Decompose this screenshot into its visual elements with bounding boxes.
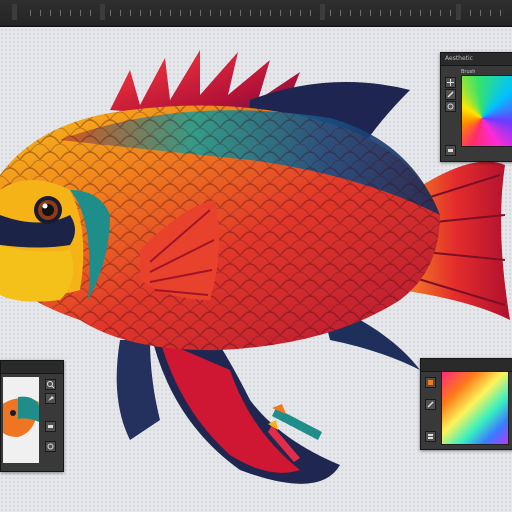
brush-icon[interactable] — [445, 89, 456, 100]
eraser-icon[interactable] — [45, 421, 56, 432]
zoom-icon[interactable] — [45, 379, 56, 390]
layers-icon[interactable] — [425, 431, 436, 442]
gear-icon[interactable] — [45, 441, 56, 452]
panel-title — [1, 361, 63, 374]
gradient-swatch[interactable] — [441, 371, 509, 445]
panel-title: Aesthetic — [441, 53, 512, 66]
color-picker-icon[interactable] — [425, 377, 436, 388]
eyedropper-icon[interactable] — [445, 101, 456, 112]
layer-panel-bottom-left[interactable] — [0, 360, 64, 472]
fish-eye — [34, 196, 62, 224]
eraser-icon[interactable] — [445, 145, 456, 156]
color-panel-top[interactable]: Aesthetic Brush — [440, 52, 512, 162]
color-picker-swatch[interactable] — [461, 75, 512, 147]
move-icon[interactable] — [445, 77, 456, 88]
color-panel-bottom-right[interactable] — [420, 358, 512, 450]
eyedropper-icon[interactable] — [425, 399, 436, 410]
pen-icon[interactable] — [45, 393, 56, 404]
layer-thumbnail[interactable] — [3, 377, 39, 463]
